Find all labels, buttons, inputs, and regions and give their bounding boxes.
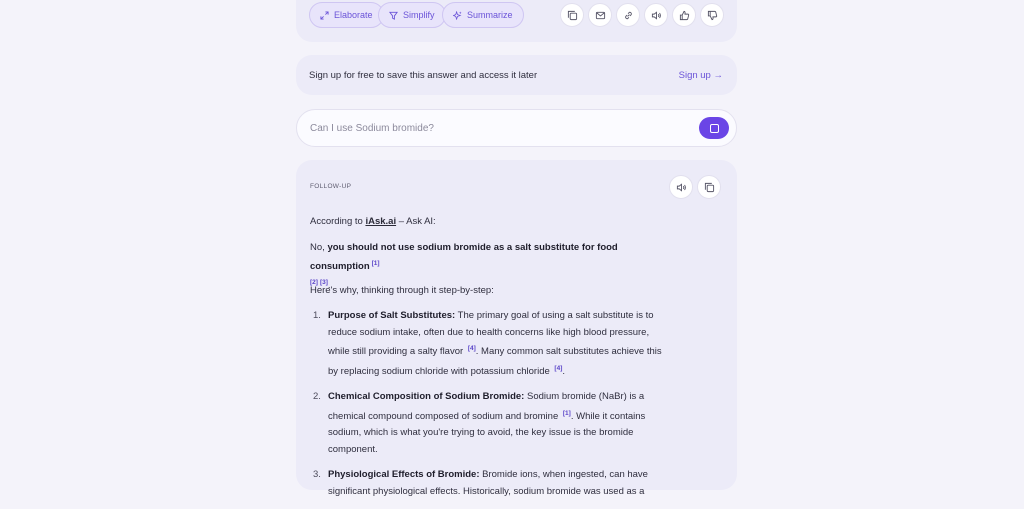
answer-actions-card: Elaborate Simplify Summarize xyxy=(296,0,737,42)
thumbs-up-button[interactable] xyxy=(672,3,696,27)
elaborate-label: Elaborate xyxy=(334,10,373,20)
source-line: According to iAsk.ai – Ask AI: xyxy=(310,214,670,230)
item-number: 3. xyxy=(313,469,321,481)
citation-link[interactable]: [1] xyxy=(372,260,380,267)
answer-copy-button[interactable] xyxy=(697,175,721,199)
citation-link[interactable]: [1] xyxy=(563,410,571,417)
item-text: . xyxy=(562,365,566,377)
copy-button[interactable] xyxy=(560,3,584,27)
summarize-button[interactable]: Summarize xyxy=(442,2,524,28)
summarize-label: Summarize xyxy=(467,10,513,20)
follow-up-search-bar xyxy=(296,109,737,147)
follow-up-input[interactable] xyxy=(310,121,680,135)
stop-button[interactable] xyxy=(699,117,729,139)
reasons-list: 1. Purpose of Salt Substitutes: The prim… xyxy=(310,308,670,509)
source-prefix: According to xyxy=(310,216,366,227)
thumbs-down-icon xyxy=(707,10,717,20)
signup-message: Sign up for free to save this answer and… xyxy=(309,70,538,81)
elaborate-button[interactable]: Elaborate xyxy=(309,2,384,28)
signup-link[interactable]: Sign up → xyxy=(679,70,723,81)
item-title: Physiological Effects of Bromide: xyxy=(328,469,480,481)
thumbs-down-button[interactable] xyxy=(700,3,724,27)
list-item: 2. Chemical Composition of Sodium Bromid… xyxy=(310,389,670,458)
verdict-statement: you should not use sodium bromide as a s… xyxy=(310,242,618,273)
copy-icon xyxy=(567,10,577,20)
source-suffix: – Ask AI: xyxy=(396,216,436,227)
list-item: 3. Physiological Effects of Bromide: Bro… xyxy=(310,467,670,500)
expand-icon xyxy=(320,10,329,20)
source-link[interactable]: iAsk.ai xyxy=(365,216,396,227)
item-number: 1. xyxy=(313,310,321,321)
follow-up-answer-card: FOLLOW-UP According to iAsk.ai – Ask AI:… xyxy=(296,160,737,497)
list-item: 1. Purpose of Salt Substitutes: The prim… xyxy=(310,308,670,380)
item-title: Purpose of Salt Substitutes: xyxy=(328,310,456,321)
copy-icon xyxy=(704,182,714,192)
item-title: Chemical Composition of Sodium Bromide: xyxy=(328,391,525,403)
funnel-icon xyxy=(389,11,398,20)
thumbs-up-icon xyxy=(679,10,689,20)
simplify-button[interactable]: Simplify xyxy=(378,2,446,28)
link-button[interactable] xyxy=(616,3,640,27)
item-number: 2. xyxy=(313,391,321,403)
section-label: FOLLOW-UP xyxy=(310,183,352,190)
link-icon xyxy=(624,11,632,19)
email-button[interactable] xyxy=(588,3,612,27)
speaker-icon xyxy=(651,10,661,20)
simplify-label: Simplify xyxy=(403,10,435,20)
stop-icon xyxy=(709,123,719,133)
read-aloud-button[interactable] xyxy=(644,3,668,27)
signup-banner: Sign up for free to save this answer and… xyxy=(296,55,737,95)
sparkle-icon xyxy=(453,10,462,20)
verdict-prefix: No, xyxy=(310,242,328,253)
mail-icon xyxy=(595,11,605,19)
answer-read-aloud-button[interactable] xyxy=(669,175,693,199)
answer-intro: Here's why, thinking through it step-by-… xyxy=(310,285,494,296)
citation-link[interactable]: [4] xyxy=(468,345,476,352)
speaker-icon xyxy=(676,182,686,192)
